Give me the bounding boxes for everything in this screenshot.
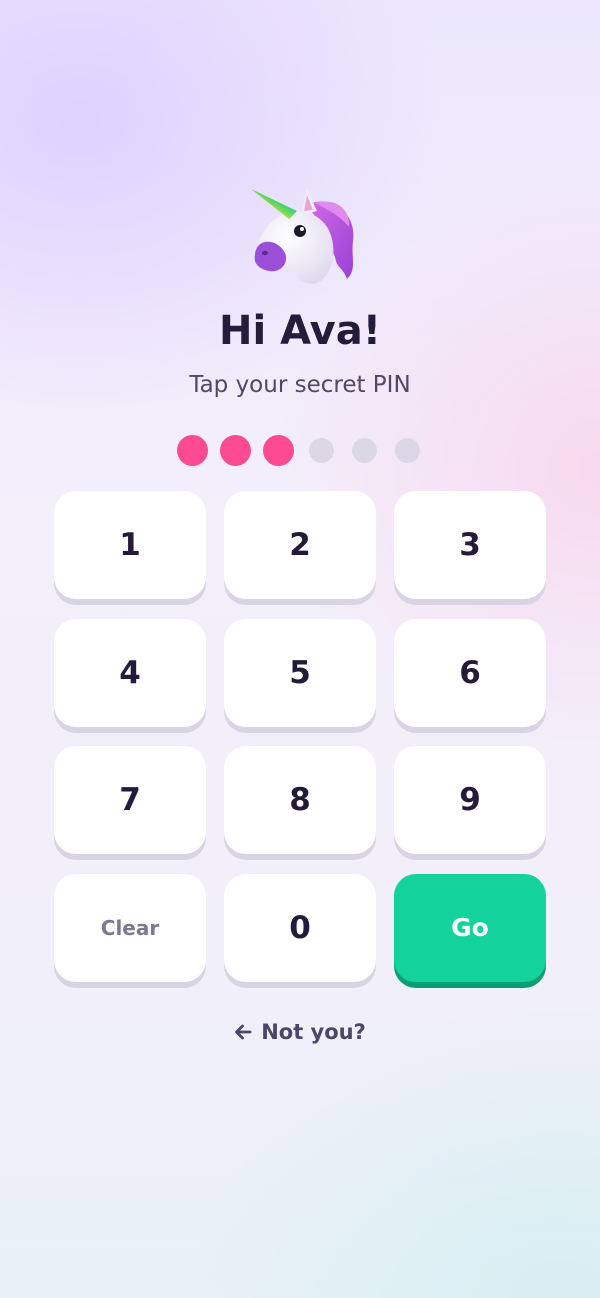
clear-button[interactable]: Clear — [54, 874, 206, 982]
pin-dot-empty — [306, 435, 337, 466]
key-0-button[interactable]: 0 — [224, 874, 376, 982]
pin-progress-dots — [177, 435, 423, 466]
not-you-label: Not you? — [261, 1020, 366, 1044]
key-4-button[interactable]: 4 — [54, 619, 206, 727]
arrow-left-icon — [234, 1024, 252, 1040]
key-6-button[interactable]: 6 — [394, 619, 546, 727]
pin-dot-filled — [177, 435, 208, 466]
pin-instruction: Tap your secret PIN — [189, 372, 411, 398]
pin-dot-filled — [263, 435, 294, 466]
pin-dot-empty — [349, 435, 380, 466]
pin-dot-filled — [220, 435, 251, 466]
key-9-button[interactable]: 9 — [394, 746, 546, 854]
key-2-button[interactable]: 2 — [224, 491, 376, 599]
key-5-button[interactable]: 5 — [224, 619, 376, 727]
key-1-button[interactable]: 1 — [54, 491, 206, 599]
key-8-button[interactable]: 8 — [224, 746, 376, 854]
key-3-button[interactable]: 3 — [394, 491, 546, 599]
unicorn-avatar-icon — [245, 183, 361, 288]
greeting-title: Hi Ava! — [219, 308, 381, 354]
key-7-button[interactable]: 7 — [54, 746, 206, 854]
pin-dot-empty — [392, 435, 423, 466]
go-button[interactable]: Go — [394, 874, 546, 982]
not-you-link[interactable]: Not you? — [0, 1013, 600, 1051]
